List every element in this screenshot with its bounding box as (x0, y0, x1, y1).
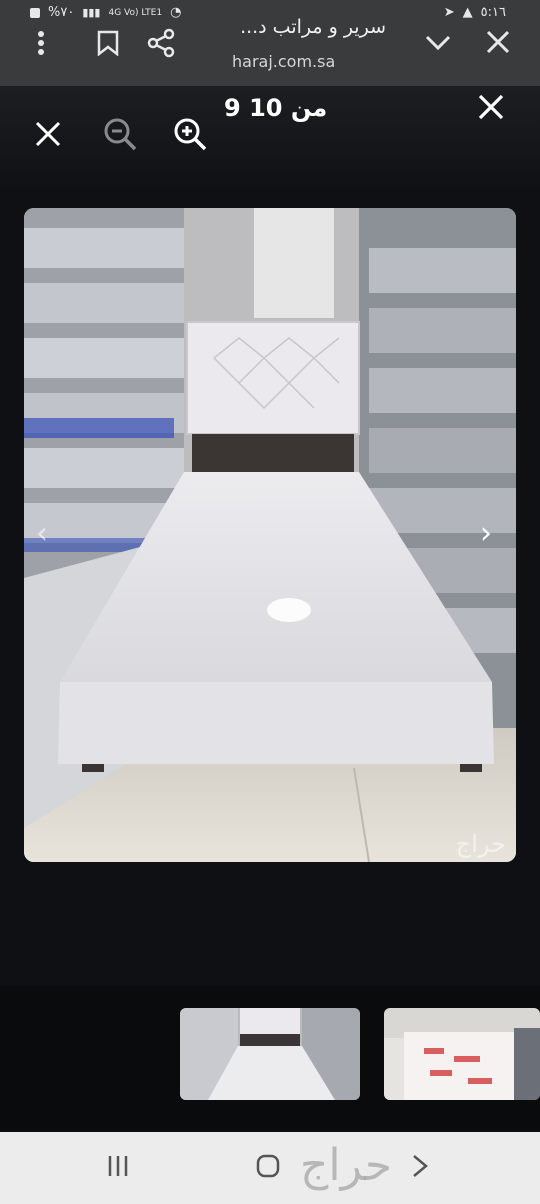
status-right: ➤ ▲ ٥:١٦ (444, 5, 506, 20)
status-left: %٧٠ ▮▮▮ 4G Vo) LTE1 ◔ (30, 5, 181, 20)
image-viewer: 9 من 10 حراج ‹ › (0, 86, 540, 986)
recent-apps-icon[interactable] (106, 1154, 130, 1182)
share-icon[interactable] (146, 28, 176, 62)
signal-icon: ▮▮▮ (82, 6, 101, 19)
next-image-arrow[interactable]: › (480, 516, 492, 551)
image-counter: 9 من 10 (224, 94, 328, 122)
photo-watermark: حراج (455, 830, 506, 858)
chevron-down-icon[interactable] (424, 32, 452, 56)
wifi-icon: ◔ (170, 5, 182, 20)
more-vert-icon[interactable] (34, 30, 48, 60)
zoom-out-icon[interactable] (102, 116, 138, 156)
android-nav-bar (0, 1132, 540, 1204)
thumbnail-strip (0, 986, 540, 1130)
bed-photo[interactable]: حراج ‹ › (24, 208, 516, 862)
close-icon[interactable] (34, 120, 62, 152)
page-url: haraj.com.sa (232, 52, 336, 71)
zoom-in-icon[interactable] (172, 116, 208, 156)
warning-icon: ▲ (462, 5, 473, 20)
thumbnail-next[interactable] (384, 1008, 540, 1100)
home-icon[interactable] (256, 1154, 280, 1182)
close-tab-icon[interactable] (486, 30, 510, 58)
telegram-icon: ➤ (443, 5, 455, 20)
close-viewer-icon[interactable] (478, 94, 504, 124)
prev-image-arrow[interactable]: ‹ (36, 516, 48, 551)
network-label: 4G Vo) LTE1 (108, 7, 163, 18)
headboard (186, 321, 360, 474)
battery-percent: %٧٠ (48, 5, 75, 20)
battery-icon (30, 7, 40, 18)
back-icon[interactable] (410, 1154, 430, 1182)
browser-toolbar: %٧٠ ▮▮▮ 4G Vo) LTE1 ◔ ➤ ▲ ٥:١٦ سرير و مر… (0, 0, 540, 86)
thumbnail-active[interactable] (180, 1008, 360, 1100)
haraj-watermark: حراج (300, 1140, 393, 1191)
bookmark-icon[interactable] (96, 30, 120, 60)
status-time: ٥:١٦ (480, 5, 506, 20)
page-title: سرير و مراتب د... (240, 16, 386, 38)
